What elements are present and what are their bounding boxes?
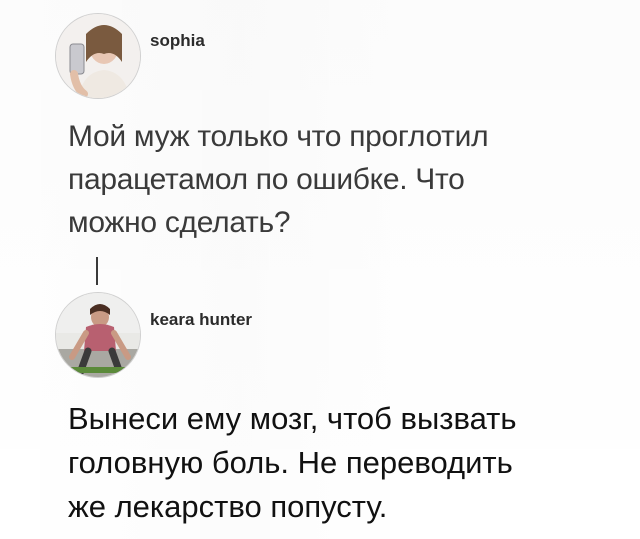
post-text: Мой муж только что проглотил парацетамол… [68, 115, 588, 244]
post-sophia: sophia Мой муж только что проглотил пара… [0, 0, 640, 300]
author-name[interactable]: keara hunter [150, 310, 252, 330]
thread-connector [96, 257, 98, 285]
profile-photo-icon [56, 14, 140, 98]
post-text: Вынеси ему мозг, чтоб вызвать головную б… [68, 397, 628, 529]
profile-photo-icon [56, 293, 140, 377]
author-name[interactable]: sophia [150, 31, 205, 51]
avatar[interactable] [55, 292, 141, 378]
avatar[interactable] [55, 13, 141, 99]
post-text-line: головную боль. Не переводить [68, 445, 513, 480]
post-text-line: Мой муж только что проглотил [68, 120, 489, 153]
post-text-line: Вынеси ему мозг, чтоб вызвать [68, 401, 517, 436]
post-text-line: же лекарство попусту. [68, 489, 388, 524]
post-text-line: парацетамол по ошибке. Что [68, 163, 465, 196]
post-text-line: можно сделать? [68, 206, 291, 239]
